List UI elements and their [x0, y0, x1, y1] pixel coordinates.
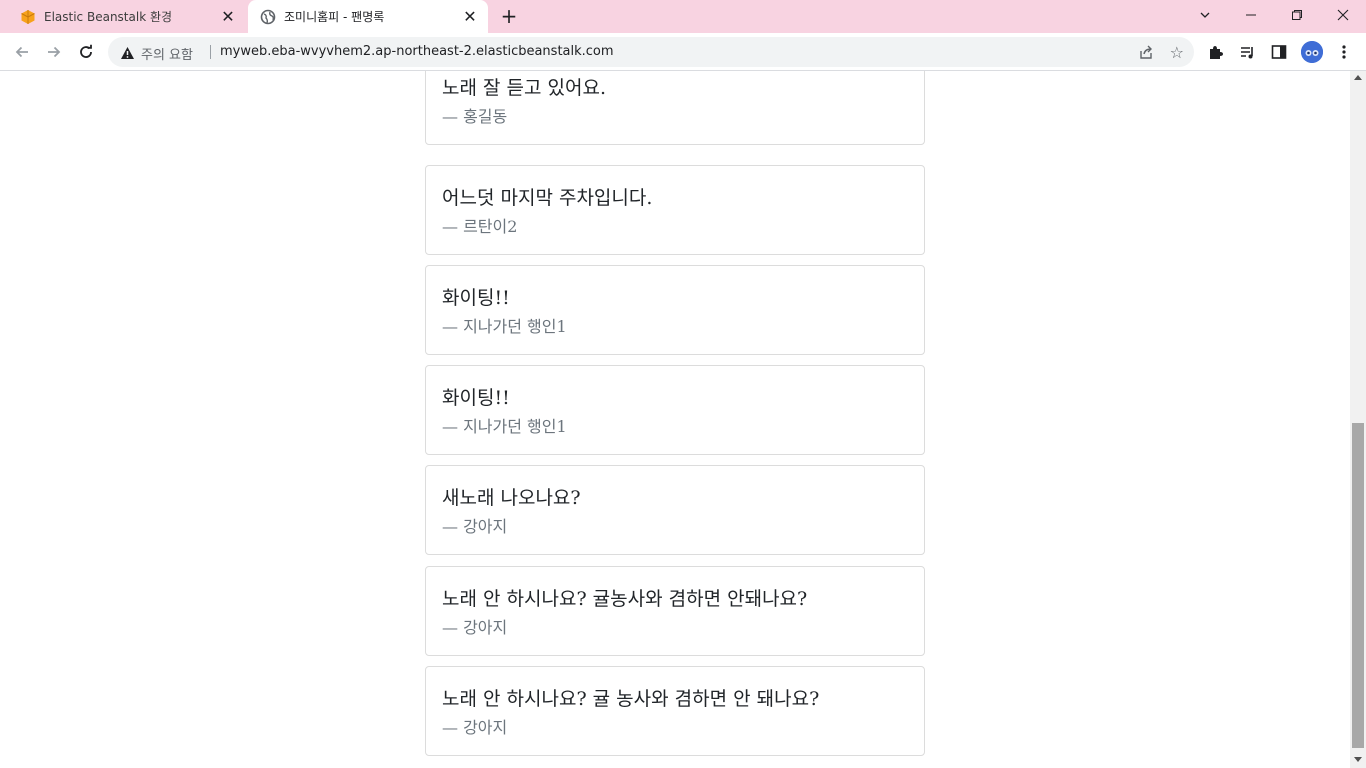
minimize-button[interactable] [1228, 0, 1274, 30]
comment-author: — 지나가던 행인1 [442, 417, 567, 436]
avatar-icon [1301, 41, 1323, 63]
restore-button[interactable] [1274, 0, 1320, 30]
share-icon[interactable] [1138, 44, 1154, 64]
guestbook-card: 노래 잘 듣고 있어요. — 홍길동 [425, 71, 925, 145]
tab-strip: Elastic Beanstalk 환경 ✕ 조미니홈피 - 팬명록 ✕ + [0, 0, 1366, 33]
scroll-down-arrow-icon[interactable] [1354, 757, 1362, 762]
comment-message: 노래 잘 듣고 있어요. [442, 77, 606, 99]
new-tab-button[interactable]: + [498, 4, 520, 28]
address-bar[interactable]: 주의 요함 myweb.eba-wvyvhem2.ap-northeast-2.… [108, 37, 1194, 67]
comment-message: 새노래 나오나요? [442, 487, 581, 509]
bookmark-star-icon[interactable]: ☆ [1170, 43, 1184, 62]
guestbook-card: 화이팅!! — 지나가던 행인1 [425, 365, 925, 455]
guestbook-card: 화이팅!! — 지나가던 행인1 [425, 265, 925, 355]
back-button[interactable] [10, 40, 34, 64]
tab-title: 조미니홈피 - 팬명록 [284, 10, 385, 24]
comment-message: 화이팅!! [442, 287, 510, 309]
close-icon[interactable]: ✕ [460, 7, 480, 27]
comment-author: — 강아지 [442, 618, 508, 637]
comment-author: — 강아지 [442, 718, 508, 737]
guestbook-card: 노래 안 하시나요? 귤농사와 겸하면 안돼나요? — 강아지 [425, 566, 925, 656]
scroll-up-arrow-icon[interactable] [1354, 75, 1362, 80]
comment-message: 노래 안 하시나요? 귤농사와 겸하면 안돼나요? [442, 588, 808, 610]
comment-message: 노래 안 하시나요? 귤 농사와 겸하면 안 돼나요? [442, 688, 820, 710]
vertical-scrollbar[interactable] [1350, 71, 1366, 768]
tab-guestbook[interactable]: 조미니홈피 - 팬명록 ✕ [248, 0, 488, 33]
page-content: 노래 잘 듣고 있어요. — 홍길동 어느덧 마지막 주차입니다. — 르탄이2… [0, 71, 1350, 768]
tab-title: Elastic Beanstalk 환경 [44, 10, 173, 24]
scrollbar-thumb[interactable] [1352, 423, 1364, 748]
reload-button[interactable] [74, 40, 98, 64]
aws-box-icon [20, 9, 36, 25]
guestbook-card: 노래 안 하시나요? 귤 농사와 겸하면 안 돼나요? — 강아지 [425, 666, 925, 756]
warning-icon[interactable] [120, 45, 135, 64]
tab-elastic-beanstalk[interactable]: Elastic Beanstalk 환경 ✕ [8, 0, 246, 33]
close-window-button[interactable] [1320, 0, 1366, 30]
side-panel-icon[interactable] [1268, 41, 1290, 63]
close-icon[interactable]: ✕ [218, 7, 238, 27]
security-label[interactable]: 주의 요함 [141, 44, 193, 63]
tab-search-chevron-icon[interactable] [1182, 0, 1228, 30]
divider [210, 45, 211, 59]
comment-author: — 지나가던 행인1 [442, 317, 567, 336]
globe-icon [260, 9, 276, 25]
profile-avatar[interactable] [1301, 41, 1323, 63]
extensions-puzzle-icon[interactable] [1205, 41, 1227, 63]
comment-message: 어느덧 마지막 주차입니다. [442, 187, 653, 209]
comment-author: — 강아지 [442, 517, 508, 536]
media-queue-icon[interactable] [1237, 41, 1259, 63]
comment-message: 화이팅!! [442, 387, 510, 409]
comment-author: — 르탄이2 [442, 217, 518, 236]
guestbook-card: 새노래 나오나요? — 강아지 [425, 465, 925, 555]
forward-button[interactable] [42, 40, 66, 64]
url-text[interactable]: myweb.eba-wvyvhem2.ap-northeast-2.elasti… [220, 44, 614, 59]
menu-kebab-icon[interactable] [1333, 41, 1355, 63]
comment-author: — 홍길동 [442, 107, 508, 126]
browser-toolbar: 주의 요함 myweb.eba-wvyvhem2.ap-northeast-2.… [0, 33, 1366, 71]
guestbook-card: 어느덧 마지막 주차입니다. — 르탄이2 [425, 165, 925, 255]
